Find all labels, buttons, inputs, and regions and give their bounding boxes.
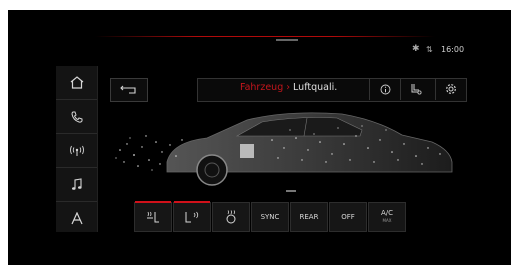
back-button[interactable] (110, 78, 148, 102)
seat-ventilation-button[interactable] (173, 201, 211, 232)
steering-heating-button[interactable] (212, 202, 250, 232)
steering-heating-icon (226, 210, 236, 224)
page-title: Luftquali. (293, 82, 338, 93)
seat-settings-button[interactable] (400, 78, 431, 100)
seat-heat-driver-button[interactable] (134, 201, 172, 232)
seat-settings-icon (411, 84, 422, 95)
sidebar-item-media[interactable] (56, 167, 97, 201)
gear-icon (446, 84, 456, 94)
main-sidebar (56, 66, 98, 232)
air-quality-visualization (115, 112, 453, 186)
rear-label: REAR (299, 213, 319, 221)
sync-button[interactable]: SYNC (251, 202, 289, 232)
clock: 16:00 (441, 45, 465, 54)
radio-antenna-icon (69, 145, 84, 156)
settings-button[interactable] (435, 78, 466, 100)
ac-sub-label: MAX (382, 218, 392, 223)
rear-button[interactable]: REAR (290, 202, 328, 232)
navigation-arrow-icon (70, 212, 83, 225)
off-label: OFF (341, 213, 355, 221)
breadcrumb: Fahrzeug › Luftquali. (240, 82, 337, 93)
info-button[interactable] (369, 78, 400, 100)
off-button[interactable]: OFF (329, 202, 367, 232)
sidebar-item-radio[interactable] (56, 133, 97, 167)
ac-button[interactable]: A/C MAX (368, 202, 406, 232)
phone-icon (70, 111, 82, 123)
music-note-icon (71, 178, 82, 190)
ac-label: A/C (380, 209, 394, 217)
breadcrumb-prev[interactable]: Fahrzeug (240, 82, 283, 93)
sidebar-item-navigation[interactable] (56, 201, 97, 235)
info-icon (380, 84, 390, 94)
climate-control-bar: SYNC REAR OFF A/C MAX (134, 201, 446, 232)
sync-label: SYNC (260, 213, 280, 221)
signal-icon: ⇅ (426, 45, 433, 54)
seat-heating-icon (147, 211, 159, 223)
page-indicator (286, 190, 296, 192)
pull-down-handle[interactable] (276, 39, 298, 41)
home-icon (70, 76, 83, 89)
sidebar-item-phone[interactable] (56, 99, 97, 133)
front-wheel (196, 154, 228, 186)
seat-ventilation-icon (185, 211, 199, 223)
breadcrumb-separator: › (286, 82, 291, 93)
back-arrow-icon (120, 85, 136, 94)
air-filter (240, 144, 254, 158)
top-accent-line (95, 36, 435, 37)
sidebar-item-home[interactable] (56, 66, 97, 99)
bluetooth-icon: ✱ (412, 44, 420, 54)
